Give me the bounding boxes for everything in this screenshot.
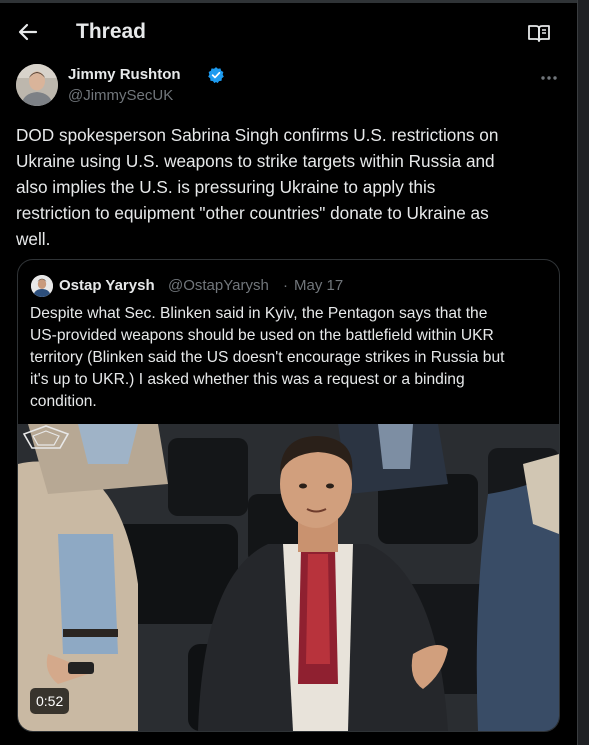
- video-duration: 0:52: [30, 688, 70, 714]
- quote-author-avatar: [31, 275, 53, 297]
- more-options-button[interactable]: [539, 70, 559, 86]
- quote-author-name: Ostap Yarysh: [59, 277, 155, 294]
- tweet-text: DOD spokesperson Sabrina Singh confirms …: [16, 122, 561, 252]
- tweet-text-line: restriction to equipment "other countrie…: [16, 203, 489, 223]
- more-horizontal-icon: [541, 76, 557, 80]
- quote-separator: ·: [283, 277, 288, 294]
- scrollbar-divider: [577, 0, 578, 745]
- scrollbar[interactable]: [577, 0, 589, 745]
- book-open-icon: [528, 25, 550, 42]
- video-frame: [18, 424, 559, 731]
- window-top-border: [0, 0, 589, 3]
- arrow-left-icon: [18, 23, 38, 41]
- tweet-text-line: DOD spokesperson Sabrina Singh confirms …: [16, 125, 499, 145]
- reader-mode-button[interactable]: [527, 21, 551, 45]
- quote-avatar-image: [31, 275, 53, 297]
- thread-header: Thread: [0, 4, 577, 60]
- quote-text: Despite what Sec. Blinken said in Kyiv, …: [30, 303, 550, 413]
- tweet-text-line: Ukraine using U.S. weapons to strike tar…: [16, 151, 495, 171]
- tweet-text-line: well.: [16, 229, 51, 249]
- back-button[interactable]: [14, 18, 42, 46]
- quote-text-line: condition.: [30, 393, 97, 410]
- quote-text-line: US-provided weapons should be used on th…: [30, 327, 494, 344]
- tweet-author: Jimmy Rushton @JimmySecUK: [16, 64, 562, 110]
- author-handle[interactable]: @JimmySecUK: [68, 87, 173, 104]
- author-avatar[interactable]: [16, 64, 58, 106]
- pentagon-seal-icon: [22, 425, 70, 449]
- quote-text-line: Despite what Sec. Blinken said in Kyiv, …: [30, 305, 488, 322]
- page-title: Thread: [76, 20, 147, 43]
- author-name[interactable]: Jimmy Rushton: [68, 66, 181, 83]
- quote-date: May 17: [294, 277, 344, 294]
- quoted-tweet[interactable]: Ostap Yarysh @OstapYarysh · May 17 Despi…: [17, 259, 560, 732]
- tweet-text-line: also implies the U.S. is pressuring Ukra…: [16, 177, 436, 197]
- author-avatar-image: [16, 64, 58, 106]
- quote-text-line: it's up to UKR.) I asked whether this wa…: [30, 371, 465, 388]
- video-player[interactable]: 0:52: [18, 424, 559, 731]
- quote-text-line: territory (Blinken said the US doesn't e…: [30, 349, 505, 366]
- quote-author-handle: @OstapYarysh: [168, 277, 269, 294]
- verified-badge-icon: [208, 67, 224, 84]
